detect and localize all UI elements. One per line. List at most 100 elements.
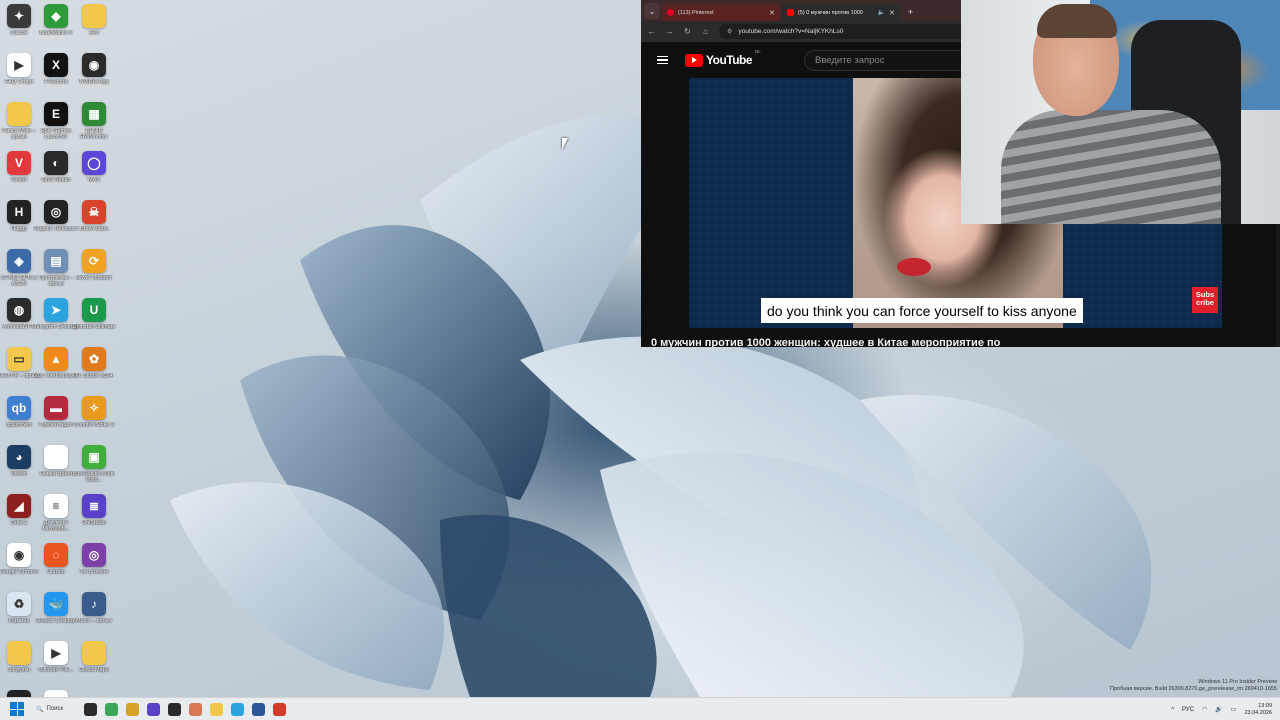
desktop-icon[interactable]: ◉ Google Chrome — [0, 543, 38, 589]
close-icon[interactable]: ✕ — [889, 9, 895, 17]
volume-icon[interactable]: 🔊 — [1215, 706, 1222, 713]
desktop-icon[interactable]: Cloud Mapo — [75, 641, 113, 687]
desktop-icon[interactable]: qb qBittorrent — [0, 396, 38, 442]
desktop-icon[interactable]: ◎Яндекс Телемост — [34, 200, 78, 246]
downloads-folder-icon — [7, 641, 31, 665]
media-file-icon: ▶ — [7, 53, 31, 77]
desktop-icon[interactable]: Папка Main – ярлык — [0, 102, 38, 148]
desktop-icon[interactable]: ◯ MAX — [75, 151, 113, 197]
tray-overflow-chevron-icon[interactable]: ^ — [1171, 707, 1174, 713]
desktop-icon[interactable]: ☠ Brawl Stars — [75, 200, 113, 246]
url-text: youtube.com/watch?v=NaljKYKhLs0 — [738, 28, 844, 35]
claude-taskbar-icon[interactable] — [189, 702, 202, 716]
tab-youtube[interactable]: (5) 0 мужчин против 1000 🔈 ✕ — [782, 4, 900, 21]
taskbar-search-label: Поиск — [46, 706, 64, 712]
obs-taskbar-icon[interactable] — [168, 702, 181, 716]
desktop-icon[interactable]: V Vivaldi — [0, 151, 38, 197]
desktop-icon[interactable]: U Uninstall Ultimate — [73, 298, 115, 344]
desktop-icon-label: CPUID HWMonitor — [80, 128, 108, 140]
wifi-icon[interactable]: ◠ — [1202, 706, 1207, 713]
uninstall-icon: U — [82, 298, 106, 322]
desktop-icon[interactable]: ◌ Ubuntu — [37, 543, 75, 589]
desktop-icon[interactable]: ◎ Tor Browser — [75, 543, 113, 589]
desktop-icon[interactable]: ▲ VLC media player — [34, 347, 78, 393]
desktop-icon[interactable]: Новый файл — [37, 445, 75, 491]
site-info-icon[interactable]: ⚙ — [727, 28, 732, 35]
youtube-logo[interactable]: YouTube NL — [685, 49, 761, 67]
programs-shortcut-icon: ▤ — [44, 249, 68, 273]
word-taskbar-icon[interactable] — [252, 702, 265, 716]
desktop-icon[interactable]: ⟳ Driver Updater — [75, 249, 113, 295]
chrome-taskbar-icon[interactable] — [105, 702, 118, 716]
my-pc-shortcut-icon: ▭ — [7, 347, 31, 371]
desktop-icon[interactable]: ≡ Документ Microsoft... — [37, 494, 75, 540]
desktop-icon[interactable]: ≣ UniStudio — [75, 494, 113, 540]
dota2-icon: ◢ — [7, 494, 31, 518]
taskbar-clock[interactable]: 13:09 23.04.2026 — [1244, 703, 1272, 717]
desktop-icon-label: Music – ярлык — [76, 618, 112, 624]
desktop-icon-label: BlueStacks Multi-Insta... — [72, 471, 116, 483]
hamburger-menu-icon[interactable] — [657, 55, 668, 65]
desktop-icon[interactable]: ▶ Ultimate File... — [37, 641, 75, 687]
telegram-taskbar-icon[interactable] — [231, 702, 244, 716]
reload-button[interactable]: ↻ — [683, 27, 692, 36]
desktop-icon[interactable]: ◉ NVIDIA App — [75, 53, 113, 99]
clock-date: 23.04.2026 — [1244, 709, 1272, 716]
desktop-icon[interactable]: H Haggy — [0, 200, 38, 246]
desktop-icon[interactable]: ▶ FAQ Стори — [0, 53, 38, 99]
desktop-icon[interactable]: ✧ Counter-Strike 2 — [74, 396, 114, 442]
desktop-icon[interactable]: ✦ Claude — [0, 4, 38, 50]
desktop-icon-label: Ани — [89, 30, 99, 36]
desktop-icon[interactable]: ▦ CPUID HWMonitor — [75, 102, 113, 148]
desktop-icon[interactable]: E Epic Games Launcher — [37, 102, 75, 148]
desktop-icon[interactable]: Ани — [75, 4, 113, 50]
desktop-icon[interactable]: ◕ Steam — [0, 445, 38, 491]
nvidia-icon: ◉ — [82, 53, 106, 77]
folder-cloud-icon — [82, 641, 106, 665]
webcam-overlay — [961, 0, 1280, 224]
system-tray: ^ РУС ◠ 🔊 ▭ 13:09 23.04.2026 — [1171, 698, 1272, 720]
close-icon[interactable]: ✕ — [769, 9, 775, 17]
back-button[interactable]: ← — [647, 27, 656, 36]
desktop-icon[interactable]: ▣ BlueStacks Multi-Insta... — [73, 445, 115, 491]
start-button[interactable] — [10, 702, 24, 716]
desktop-icon[interactable]: ▤ Программы – ярлык — [37, 249, 75, 295]
desktop-icon[interactable]: ◆ BlueStacks X — [37, 4, 75, 50]
chrome-dev-taskbar-icon[interactable] — [126, 702, 139, 716]
mouse-cursor-icon — [562, 138, 568, 150]
max-messenger-icon: ◯ — [82, 151, 106, 175]
tab-title: (5) 0 мужчин против 1000 — [798, 9, 863, 16]
forward-button[interactable]: → — [665, 27, 674, 36]
tab-pinterest[interactable]: (113) Pinterest ✕ — [662, 4, 780, 21]
subscribe-badge[interactable]: Subs cribe — [1192, 287, 1218, 313]
desktop-icon[interactable]: ◍ AmneziaVPN — [0, 298, 38, 344]
desktop-icon[interactable]: ✿ FL Studio 2024 — [75, 347, 113, 393]
tab-search-menu-button[interactable]: ⌄ — [644, 3, 660, 19]
docker-icon: 🐳 — [44, 592, 68, 616]
desktop-icon[interactable]: ➤ Telegram Desktop — [34, 298, 78, 344]
desktop-icon[interactable]: 🐳 Docker Desktop — [36, 592, 76, 638]
battery-icon[interactable]: ▭ — [1231, 706, 1237, 713]
desktop-icon[interactable]: X FXSound — [37, 53, 75, 99]
desktop-icon[interactable]: ▭ Мой ПК – ярлык — [0, 347, 40, 393]
desktop-icon[interactable]: ◈ CPUID GPU-Z ASUS — [0, 249, 38, 295]
desktop-icon[interactable]: Загрузки — [0, 641, 38, 687]
chrome-profile-taskbar-icon[interactable] — [273, 702, 286, 716]
new-tab-button[interactable]: + — [908, 7, 913, 17]
desktop-icon-label: MAX — [88, 177, 100, 183]
task-view-icon[interactable] — [84, 702, 97, 716]
youtube-search-input[interactable]: Введите запрос — [804, 50, 964, 71]
speaker-icon[interactable]: 🔈 — [878, 9, 885, 16]
desktop-icon[interactable]: ♻ Корзина — [0, 592, 38, 638]
desktop-icon[interactable]: ◐ OBS Studio — [37, 151, 75, 197]
taskbar-search[interactable]: 🔍 Поиск — [36, 702, 76, 717]
desktop-icon[interactable]: ▬ Презентация — [37, 396, 75, 442]
person-hair — [1037, 4, 1117, 38]
desktop-icon[interactable]: ◢ Dota 2 — [0, 494, 38, 540]
file-explorer-taskbar-icon[interactable] — [210, 702, 223, 716]
unistudio-taskbar-icon[interactable] — [147, 702, 160, 716]
desktop-icon[interactable]: ♪ Music – ярлык — [75, 592, 113, 638]
language-indicator[interactable]: РУС — [1182, 707, 1194, 713]
home-button[interactable]: ⌂ — [701, 27, 710, 36]
video-title: 0 мужчин против 1000 женщин: худшее в Ки… — [651, 337, 1001, 347]
